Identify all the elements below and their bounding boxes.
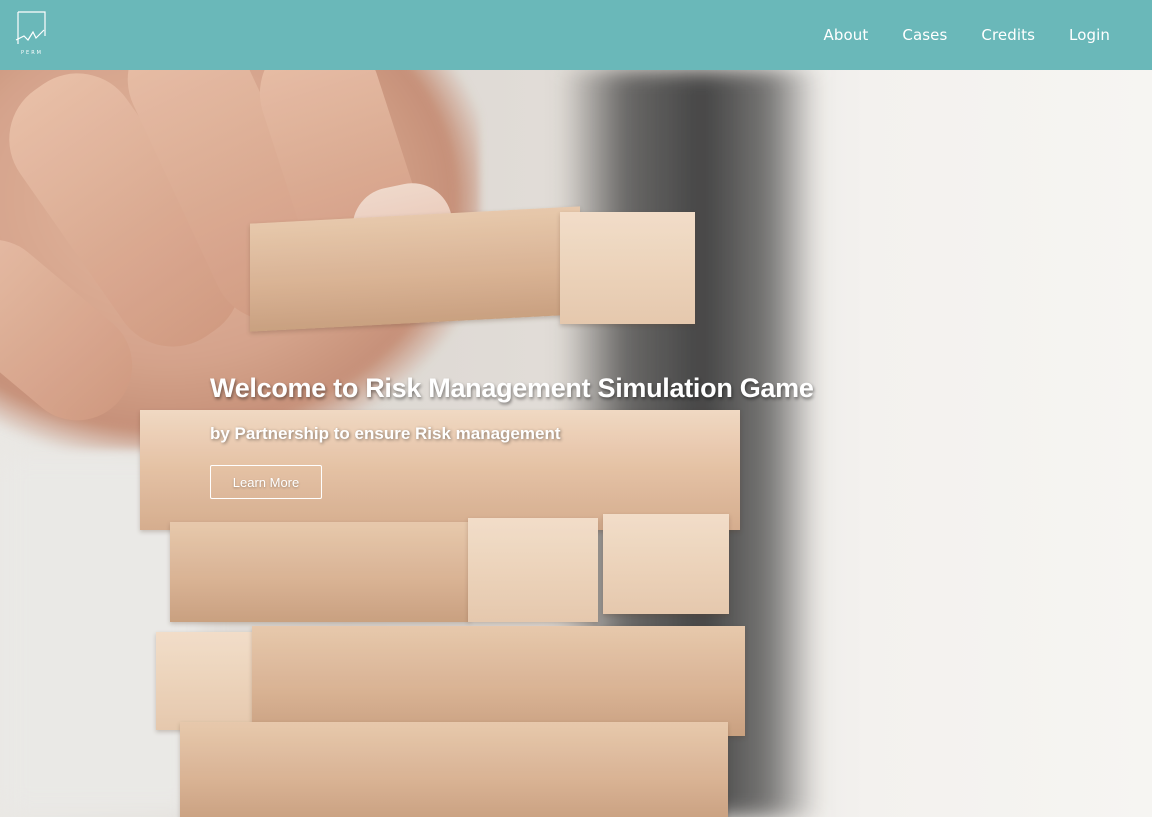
page: PERM About Cases Credits Login Welcome t… [0, 0, 1152, 817]
hero-content: Welcome to Risk Management Simulation Ga… [210, 373, 814, 499]
logo[interactable]: PERM [14, 10, 50, 60]
hero-section: Welcome to Risk Management Simulation Ga… [0, 70, 1152, 817]
nav-link-about[interactable]: About [824, 26, 869, 44]
hero-title: Welcome to Risk Management Simulation Ga… [210, 373, 814, 403]
nav-link-cases[interactable]: Cases [902, 26, 947, 44]
nav-link-login[interactable]: Login [1069, 26, 1110, 44]
hero-subtitle: by Partnership to ensure Risk management [210, 424, 561, 443]
nav-link-credits[interactable]: Credits [981, 26, 1035, 44]
perm-logo-icon [14, 10, 50, 50]
main-nav: About Cases Credits Login [824, 0, 1110, 70]
top-navbar: PERM About Cases Credits Login [0, 0, 1152, 70]
logo-text: PERM [21, 50, 43, 56]
learn-more-button[interactable]: Learn More [210, 465, 322, 499]
